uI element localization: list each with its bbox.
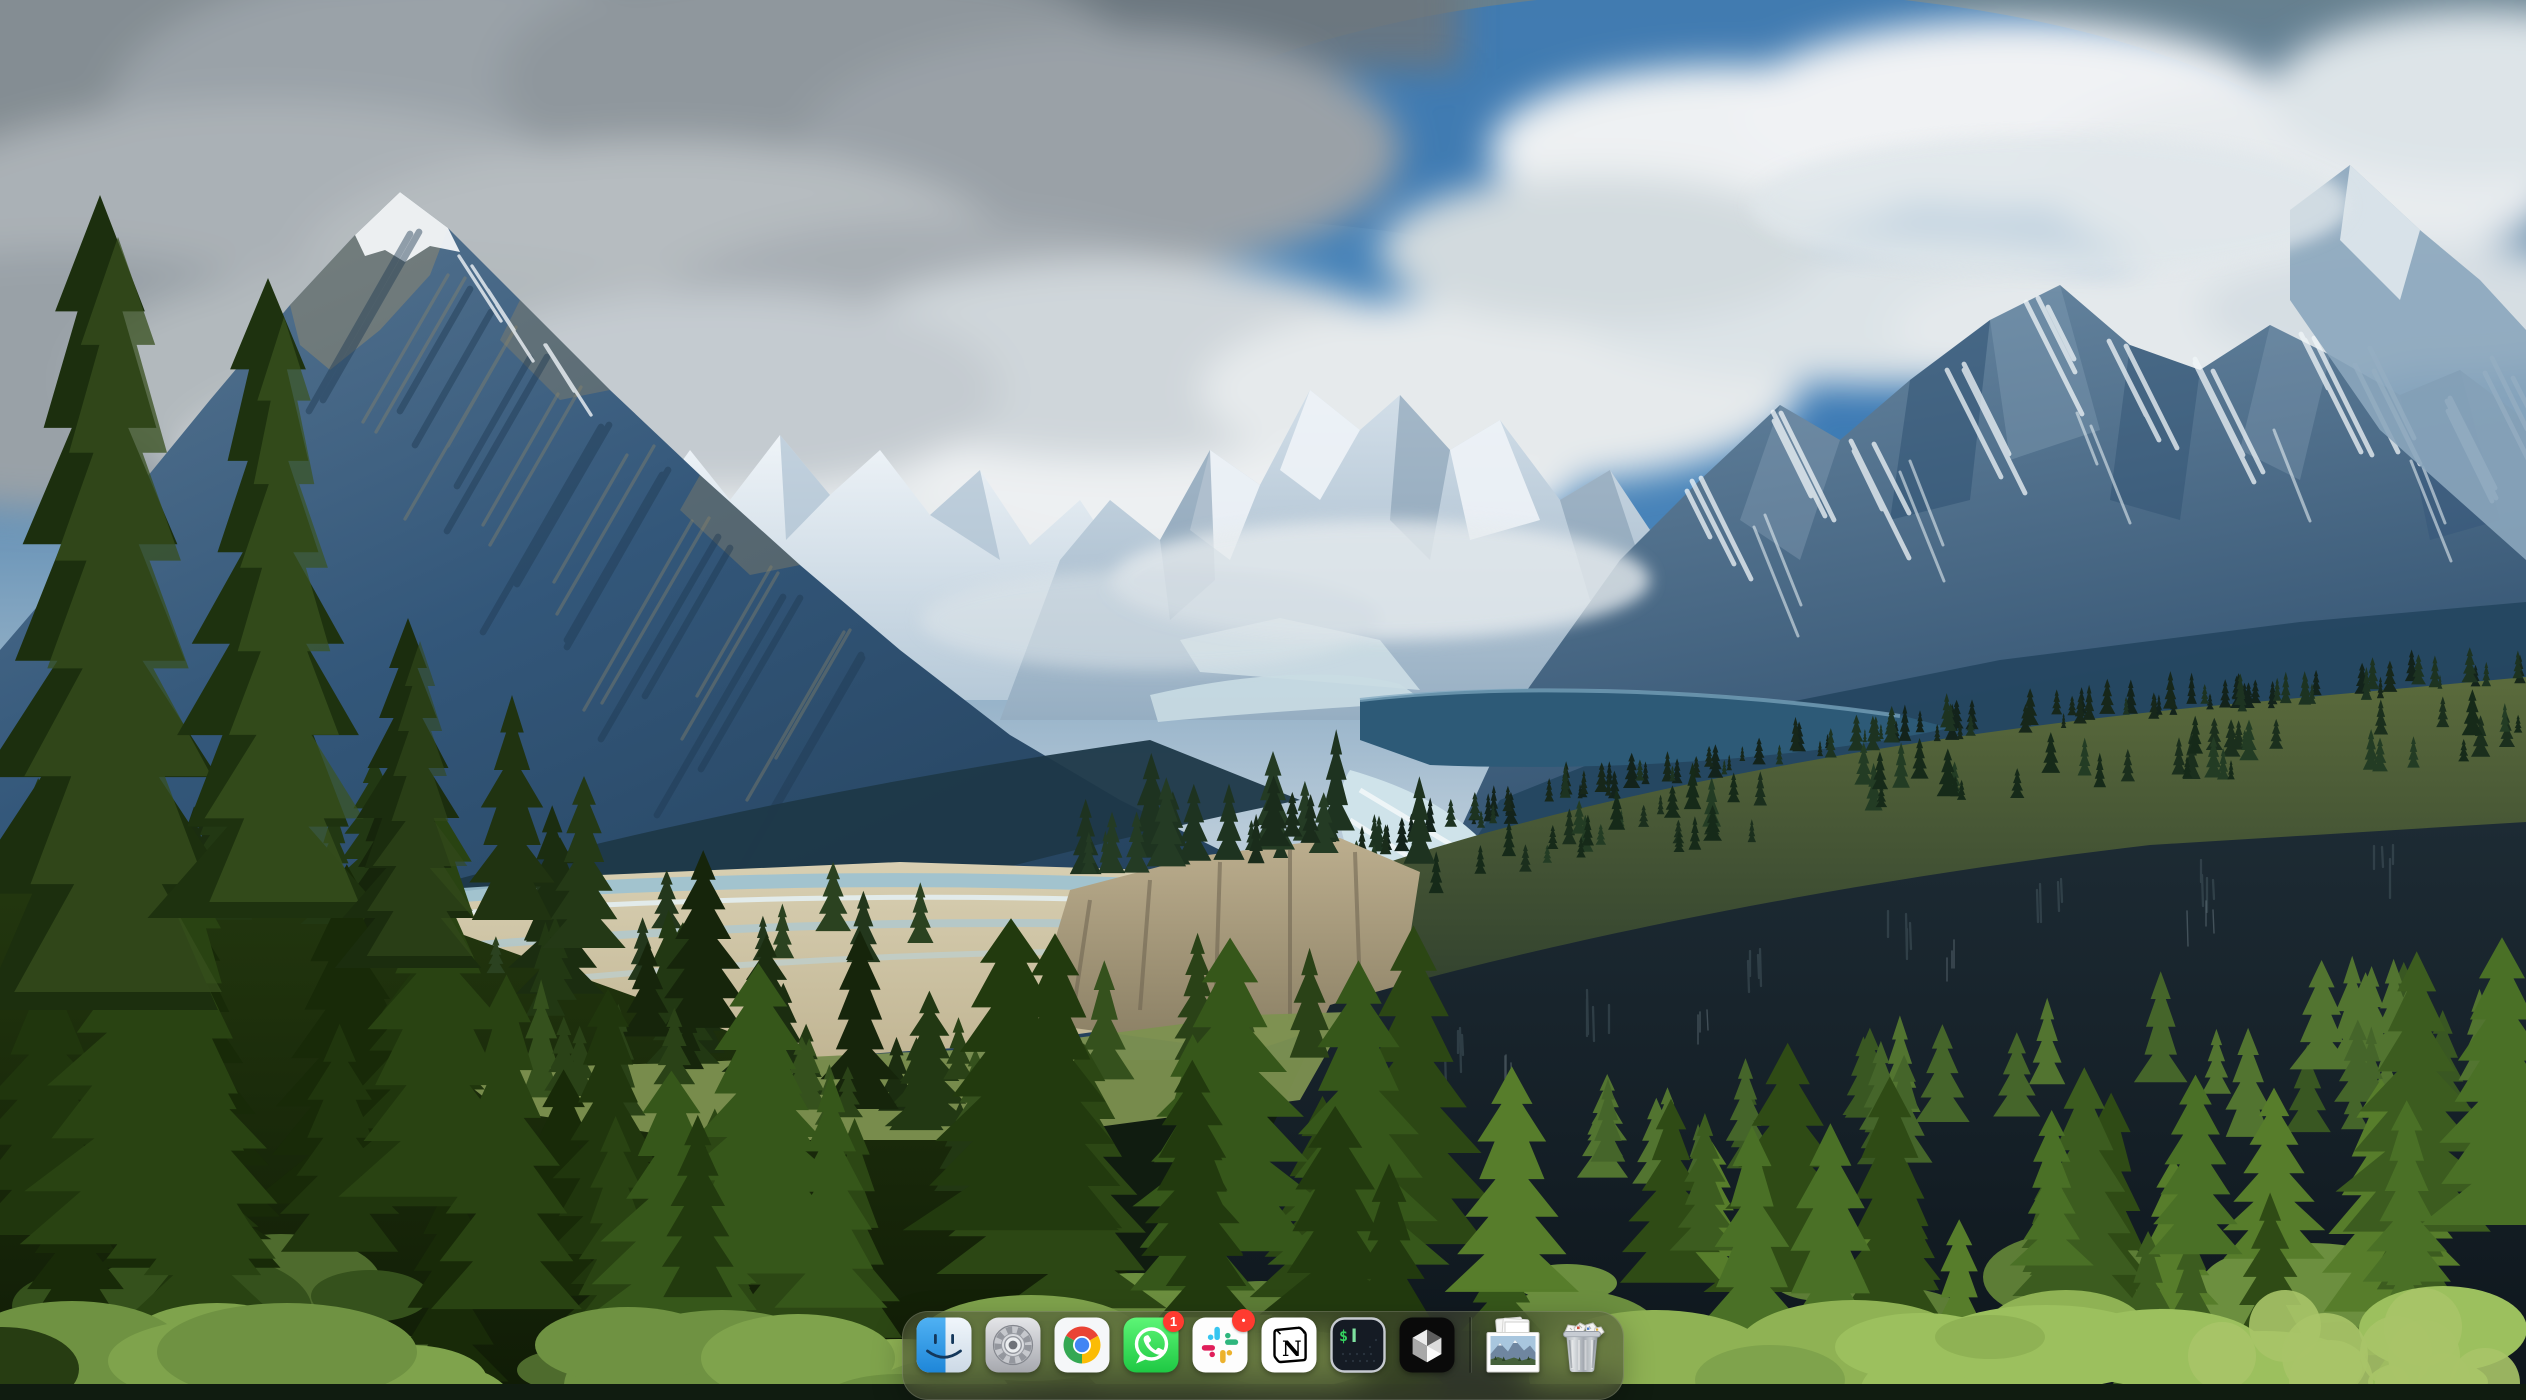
- downloads-image-stack-icon: [1484, 1316, 1542, 1374]
- dock-item-trash[interactable]: [1553, 1316, 1611, 1374]
- settings-gear-icon: [984, 1316, 1042, 1374]
- slack-notification-badge: •: [1232, 1309, 1255, 1332]
- dock-item-settings[interactable]: [984, 1316, 1042, 1374]
- notion-icon: N: [1260, 1316, 1318, 1374]
- notion-letter: N: [1282, 1337, 1302, 1362]
- dock-item-chrome[interactable]: [1053, 1316, 1111, 1374]
- dock-item-slack[interactable]: •: [1191, 1316, 1249, 1374]
- dock-item-whatsapp[interactable]: 1: [1122, 1316, 1180, 1374]
- cursor-cube-icon: [1398, 1316, 1456, 1374]
- wallpaper-mountain-landscape: [0, 0, 2526, 1384]
- dock-item-cursor[interactable]: [1398, 1316, 1456, 1374]
- whatsapp-notification-badge: 1: [1163, 1311, 1184, 1332]
- finder-icon: [915, 1316, 973, 1374]
- dock-item-downloads[interactable]: [1484, 1316, 1542, 1374]
- trash-full-icon: [1553, 1316, 1611, 1374]
- chrome-icon: [1053, 1316, 1111, 1374]
- dock-item-finder[interactable]: [915, 1316, 973, 1374]
- terminal-prompt: $: [1339, 1327, 1348, 1345]
- dock: 1 • N: [902, 1311, 1624, 1400]
- dock-item-notion[interactable]: N: [1260, 1316, 1318, 1374]
- terminal-icon: $: [1329, 1316, 1387, 1374]
- dock-item-terminal[interactable]: $: [1329, 1316, 1387, 1374]
- dock-divider: [1469, 1317, 1471, 1373]
